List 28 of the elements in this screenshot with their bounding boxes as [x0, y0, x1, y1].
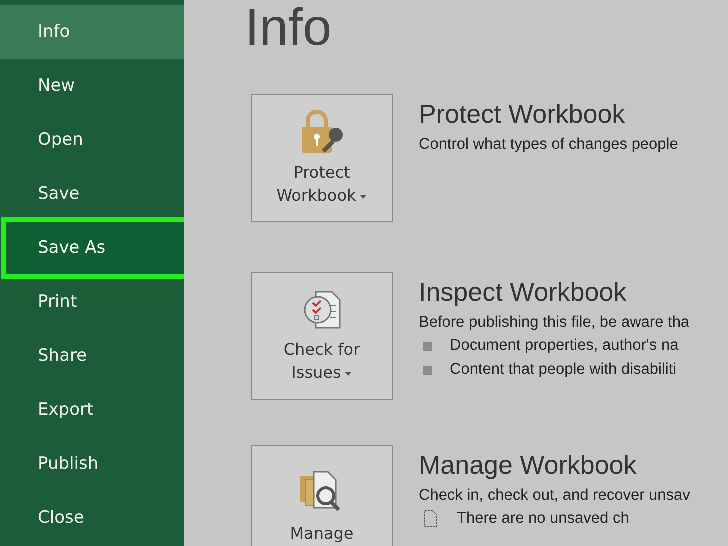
- section-description: Before publishing this file, be aware tha: [419, 313, 690, 333]
- sidebar-item[interactable]: Publish: [0, 437, 184, 491]
- workbook-button[interactable]: Protect Workbook: [251, 94, 393, 222]
- sidebar-item[interactable]: Info: [0, 5, 184, 59]
- workbook-button[interactable]: Check for Issues: [251, 272, 393, 400]
- bullet-text: Content that people with disabiliti: [450, 360, 677, 380]
- bullet-icon: [423, 366, 432, 374]
- workbook-button[interactable]: Manage: [251, 445, 393, 546]
- sidebar-item[interactable]: Share: [0, 329, 184, 383]
- section-heading: Manage Workbook: [419, 449, 637, 482]
- page-title: Info: [245, 0, 332, 56]
- sidebar-item[interactable]: Close: [0, 491, 184, 545]
- section-description: Check in, check out, and recover unsav: [419, 486, 690, 506]
- sidebar-item[interactable]: Save As: [5, 221, 184, 275]
- section-heading: Protect Workbook: [419, 98, 626, 131]
- bullet-text: Document properties, author's na: [450, 336, 679, 356]
- sidebar-item[interactable]: New: [0, 59, 184, 113]
- bullet-icon: [423, 342, 432, 350]
- sidebar-item[interactable]: Save: [0, 167, 184, 221]
- status-note: There are no unsaved ch: [457, 509, 630, 529]
- section-heading: Inspect Workbook: [419, 276, 627, 309]
- caret-icon: [360, 194, 368, 199]
- sidebar-item[interactable]: Print: [0, 275, 184, 329]
- caret-icon: [345, 372, 352, 376]
- document-icon: [423, 510, 439, 528]
- sidebar-item[interactable]: Open: [0, 113, 184, 167]
- section-description: Control what types of changes people: [419, 135, 678, 155]
- sidebar-item[interactable]: Export: [0, 383, 184, 437]
